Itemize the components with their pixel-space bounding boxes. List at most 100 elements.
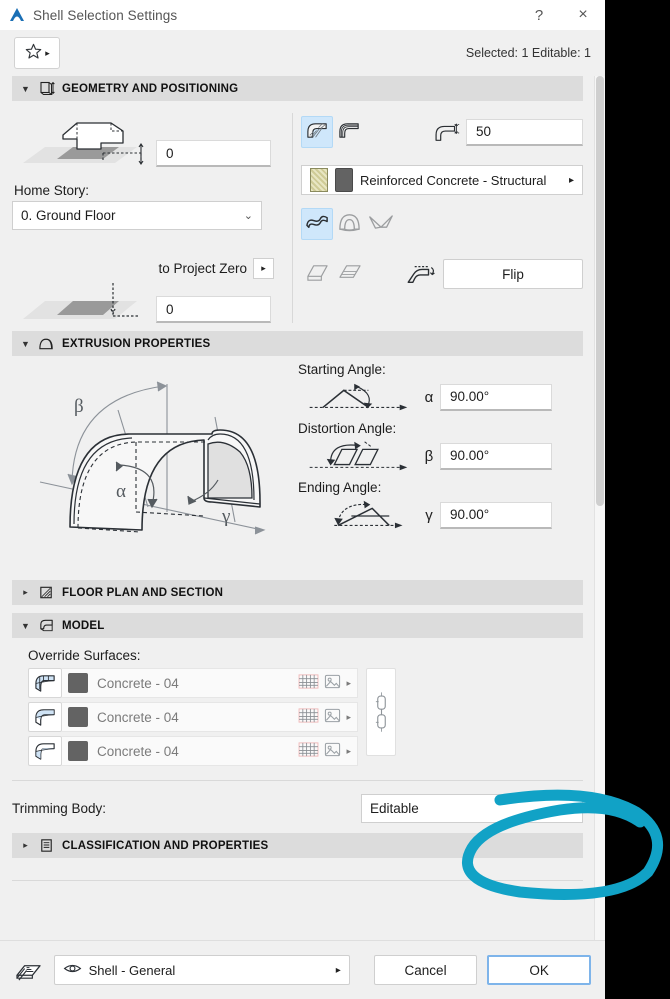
shell-edge-extend-toggle[interactable] [333,258,365,290]
surface-color-swatch [68,741,88,761]
chain-link-icon[interactable] [366,668,396,756]
section-header-model[interactable]: ▼ MODEL [12,613,583,638]
shell-selection-settings-dialog: Shell Selection Settings ? × ▸ Selected:… [0,0,605,999]
chevron-down-icon: ⌄ [564,802,574,815]
pattern-icon[interactable] [298,673,319,693]
chevron-right-icon[interactable]: ▸ [346,678,351,689]
pattern-icon[interactable] [298,707,319,727]
flip-button[interactable]: Flip [443,259,583,289]
settings-scroll-area: ▼ GEOMETRY AND POSITIONING 0 Home Story:… [0,76,605,940]
eye-icon[interactable] [63,962,82,978]
elevation-input[interactable]: 0 [156,140,271,167]
shell-surface-top-icon[interactable] [28,702,62,732]
shell-extrusion-diagram: β α γ [12,362,292,570]
project-zero-reference-button[interactable]: ▸ [253,258,274,279]
section-title-classification: CLASSIFICATION AND PROPERTIES [62,839,269,852]
shell-surface-bottom-icon[interactable] [28,736,62,766]
starting-angle-icon [298,379,418,415]
revolved-shell-icon [336,210,363,238]
section-header-geometry[interactable]: ▼ GEOMETRY AND POSITIONING [12,76,583,101]
starting-angle-label: Starting Angle: [298,362,386,377]
surface-row-body[interactable]: Concrete - 04 ▸ [62,736,358,766]
ruled-shell-toggle[interactable] [365,208,397,240]
section-title-geometry: GEOMETRY AND POSITIONING [62,82,239,95]
alpha-label: α [116,481,126,502]
section-header-extrusion[interactable]: ▼ EXTRUSION PROPERTIES [12,331,583,356]
beta-symbol: β [424,447,434,465]
project-zero-icon [12,279,152,325]
chevron-right-icon[interactable]: ▸ [346,712,351,723]
surface-row[interactable]: Concrete - 04 ▸ [28,702,358,732]
distortion-angle-label: Distortion Angle: [298,421,397,436]
surface-row-body[interactable]: Concrete - 04 ▸ [62,668,358,698]
shell-edge-extend-icon [336,261,363,287]
ending-angle-icon [298,497,418,533]
texture-icon[interactable] [324,741,341,761]
section-header-classification[interactable]: ▸ CLASSIFICATION AND PROPERTIES [12,833,583,858]
chevron-right-icon[interactable]: ▸ [346,746,351,757]
section-title-extrusion: EXTRUSION PROPERTIES [62,337,211,350]
home-story-label: Home Story: [14,183,90,198]
texture-icon[interactable] [324,707,341,727]
selection-info: Selected: 1 Editable: 1 [465,46,591,60]
beta-label: β [74,396,84,417]
chevron-down-icon: ▼ [21,338,30,349]
texture-icon[interactable] [324,673,341,693]
title-bar: Shell Selection Settings ? × [0,0,605,30]
shell-elevation-icon [12,109,152,179]
gamma-symbol: γ [425,506,433,524]
chevron-right-icon: ▸ [23,840,28,850]
surfaces-area: Concrete - 04 ▸ Concrete - 04 ▸ Concrete… [28,668,595,770]
thickness-icon [432,120,466,144]
bottom-divider [12,880,583,881]
settings-content: ▼ GEOMETRY AND POSITIONING 0 Home Story:… [0,76,595,940]
project-zero-input[interactable]: 0 [156,296,271,323]
geometry-left-column: 0 Home Story: 0. Ground Floor ⌄ to Proje… [12,109,290,325]
layers-icon[interactable] [14,957,44,983]
floor-plan-section-icon [38,584,55,601]
building-material-selector[interactable]: Reinforced Concrete - Structural ▸ [301,165,583,195]
surface-color-swatch [68,707,88,727]
hatch-swatch [310,168,328,192]
home-story-value: 0. Ground Floor [21,208,116,223]
help-button[interactable]: ? [517,0,561,30]
section-title-model: MODEL [62,619,105,632]
extrusion-angle-fields: Starting Angle: α 90.00° Distortion Angl… [292,362,583,570]
surface-name: Concrete - 04 [97,743,179,759]
model-divider [12,780,583,781]
chevron-right-icon[interactable]: ▸ [336,965,341,976]
shell-surface-all-icon[interactable] [28,668,62,698]
trimming-body-row: Trimming Body: Editable ⌄ [12,793,583,823]
pattern-icon[interactable] [298,741,319,761]
basic-structure-toggle[interactable] [301,116,333,148]
extrusion-panel: β α γ Starting Angle: α 90.00° Distortio… [0,356,595,580]
scrollbar-thumb[interactable] [596,76,604,506]
ok-button[interactable]: OK [487,955,591,985]
extruded-shell-toggle[interactable] [301,208,333,240]
layer-selector[interactable]: Shell - General ▸ [53,955,350,985]
starting-angle-input[interactable]: 90.00° [440,383,552,411]
thickness-input[interactable]: 50 [466,118,583,146]
surface-row[interactable]: Concrete - 04 ▸ [28,736,358,766]
cancel-button[interactable]: Cancel [373,955,478,985]
vertical-scrollbar[interactable] [594,76,605,940]
surface-row-body[interactable]: Concrete - 04 ▸ [62,702,358,732]
close-button[interactable]: × [561,0,605,30]
classification-properties-icon [38,837,55,854]
section-header-floor-plan[interactable]: ▸ FLOOR PLAN AND SECTION [12,580,583,605]
surface-row[interactable]: Concrete - 04 ▸ [28,668,358,698]
composite-structure-toggle[interactable] [333,116,365,148]
revolved-shell-toggle[interactable] [333,208,365,240]
chevron-right-icon: ▸ [568,174,574,186]
ending-angle-input[interactable]: 90.00° [440,501,552,529]
surface-color-swatch [68,673,88,693]
home-story-dropdown[interactable]: 0. Ground Floor ⌄ [12,201,262,230]
override-surfaces-label: Override Surfaces: [28,648,141,663]
trimming-body-dropdown[interactable]: Editable ⌄ [361,793,583,823]
composite-structure-icon [337,118,362,146]
column-divider [292,113,293,323]
favorites-button[interactable]: ▸ [14,37,60,69]
shell-edge-trim-toggle[interactable] [301,258,333,290]
basic-structure-icon [305,118,330,146]
distortion-angle-input[interactable]: 90.00° [440,442,552,470]
